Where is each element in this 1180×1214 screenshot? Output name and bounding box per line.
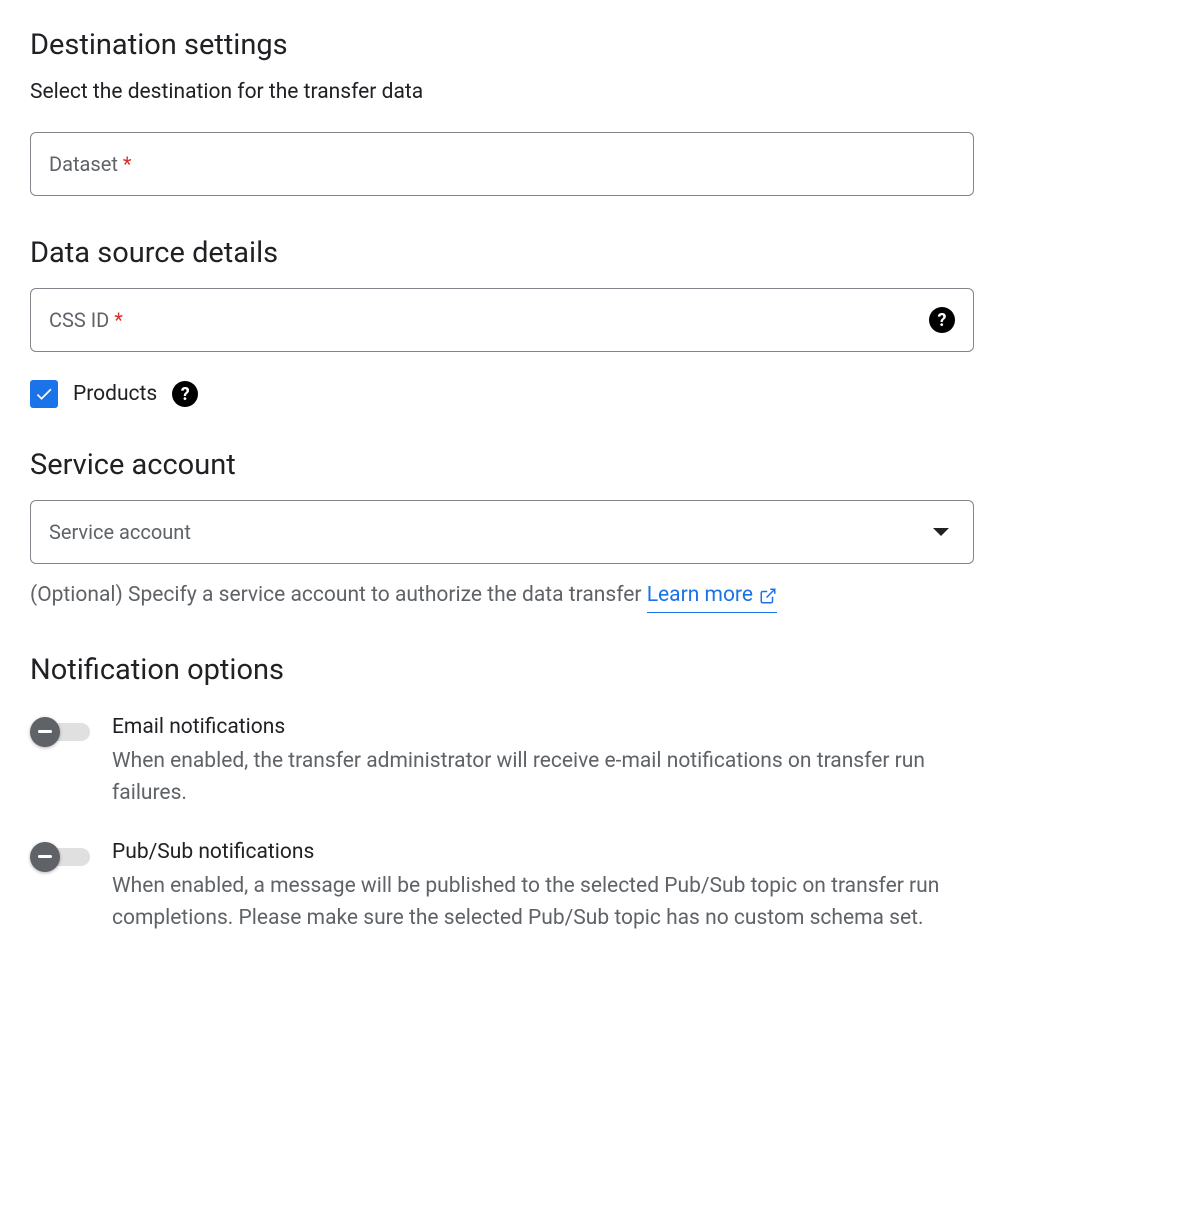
pubsub-notifications-desc: When enabled, a message will be publishe… bbox=[112, 870, 982, 935]
service-account-title: Service account bbox=[30, 448, 1150, 482]
products-checkbox-row: Products ? bbox=[30, 380, 1150, 408]
css-id-input[interactable]: CSS ID * ? bbox=[30, 288, 974, 352]
notification-options-section: Notification options Email notifications… bbox=[30, 653, 1150, 935]
pubsub-notifications-toggle[interactable] bbox=[30, 842, 92, 872]
service-account-select[interactable]: Service account bbox=[30, 500, 974, 564]
destination-title: Destination settings bbox=[30, 28, 1150, 62]
service-account-helper: (Optional) Specify a service account to … bbox=[30, 580, 1150, 613]
service-account-label: Service account bbox=[49, 520, 933, 544]
chevron-down-icon bbox=[933, 528, 949, 536]
email-notifications-toggle[interactable] bbox=[30, 717, 92, 747]
destination-settings-section: Destination settings Select the destinat… bbox=[30, 28, 1150, 196]
notification-title: Notification options bbox=[30, 653, 1150, 687]
dataset-input[interactable]: Dataset * bbox=[30, 132, 974, 196]
products-label: Products bbox=[73, 382, 157, 406]
help-icon[interactable]: ? bbox=[172, 381, 198, 407]
products-checkbox[interactable] bbox=[30, 380, 58, 408]
help-icon[interactable]: ? bbox=[929, 307, 955, 333]
pubsub-notifications-label: Pub/Sub notifications bbox=[112, 840, 982, 864]
service-account-section: Service account Service account (Optiona… bbox=[30, 448, 1150, 613]
email-notifications-row: Email notifications When enabled, the tr… bbox=[30, 715, 1150, 810]
email-notifications-desc: When enabled, the transfer administrator… bbox=[112, 745, 982, 810]
external-link-icon bbox=[759, 587, 777, 605]
email-notifications-label: Email notifications bbox=[112, 715, 982, 739]
dataset-label: Dataset * bbox=[49, 152, 955, 176]
css-id-label: CSS ID * bbox=[49, 308, 929, 332]
learn-more-link[interactable]: Learn more bbox=[647, 580, 777, 613]
pubsub-notifications-row: Pub/Sub notifications When enabled, a me… bbox=[30, 840, 1150, 935]
data-source-title: Data source details bbox=[30, 236, 1150, 270]
data-source-details-section: Data source details CSS ID * ? Products … bbox=[30, 236, 1150, 408]
destination-subtitle: Select the destination for the transfer … bbox=[30, 80, 1150, 104]
